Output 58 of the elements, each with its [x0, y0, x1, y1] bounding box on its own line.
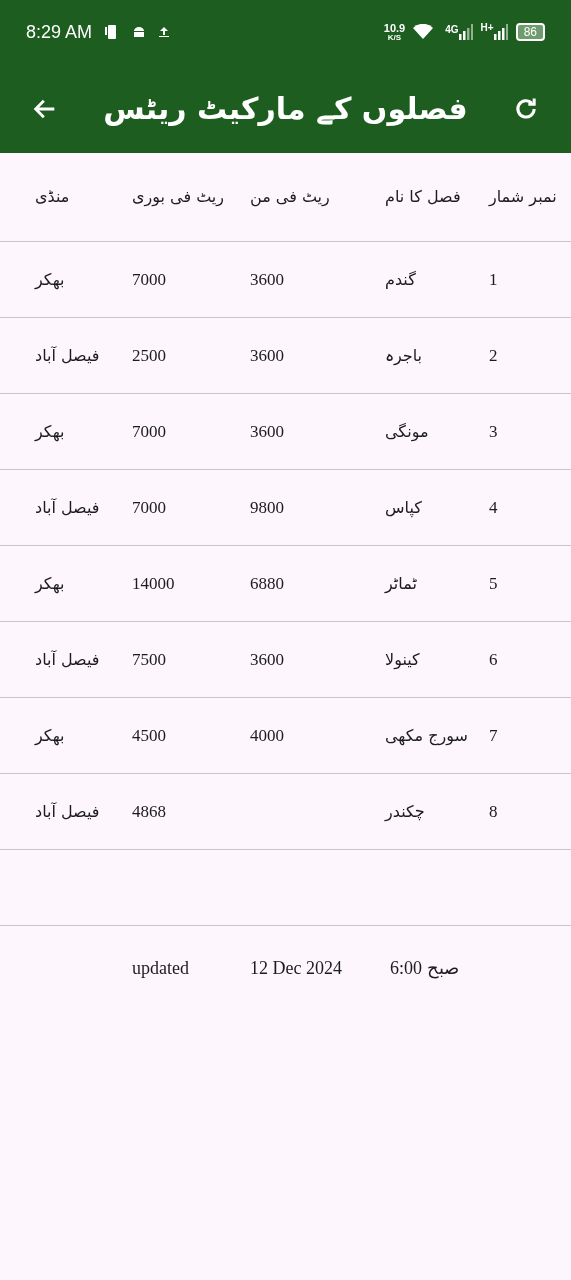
table-cell-text: 7000: [132, 268, 166, 291]
table-cell-text: 1: [489, 268, 498, 291]
signal-icon: [458, 24, 473, 40]
table-cell-text: فیصل آباد: [35, 496, 100, 519]
page-title: فصلوں کے مارکیٹ ریٹس: [103, 90, 468, 128]
table-cell-text: 7000: [132, 496, 166, 519]
table-cell-text: 4: [489, 496, 498, 519]
table-cell-text: بھکر: [35, 572, 65, 596]
wifi-icon: [413, 24, 434, 40]
network-type: 4G: [445, 23, 459, 37]
update-time: 6:00 صبح: [390, 956, 459, 981]
signal-icon: [493, 24, 508, 40]
column-header: ریٹ فی من: [250, 186, 330, 209]
table-cell-text: 3600: [250, 648, 284, 671]
table-cell-text: بھکر: [35, 420, 65, 444]
table-cell-text: 14000: [132, 572, 175, 595]
table-cell-text: 4500: [132, 724, 166, 747]
column-header: ریٹ فی بوری: [132, 186, 224, 209]
update-date: 12 Dec 2024: [250, 956, 342, 980]
table-cell-text: گندم: [385, 268, 416, 291]
table-cell-text: 7500: [132, 648, 166, 671]
table-cell-text: چکندر: [385, 800, 425, 823]
table-cell-text: ٹماٹر: [385, 572, 417, 595]
column-header: فصل کا نام: [385, 186, 461, 208]
table-cell-text: 7: [489, 724, 498, 747]
table-cell-text: 2: [489, 344, 498, 367]
table-cell-text: 6: [489, 648, 498, 671]
table-cell-text: 6880: [250, 572, 284, 595]
table-cell-text: 7000: [132, 420, 166, 443]
table-cell-text: سورج مکھی: [385, 724, 468, 748]
table-cell-text: 8: [489, 800, 498, 823]
table-cell-text: فیصل آباد: [35, 344, 100, 367]
speed-unit: K/S: [387, 33, 402, 42]
table-cell-text: کینولا: [385, 648, 420, 672]
upload-icon: [158, 26, 171, 38]
table-cell-text: 3600: [250, 344, 284, 367]
table-cell-text: 4868: [132, 800, 166, 823]
table-cell-text: 3600: [250, 268, 284, 291]
network-type: H+: [480, 21, 494, 35]
battery-indicator: 86: [515, 23, 545, 41]
status-time: 8:29 AM: [26, 20, 93, 44]
table-cell-text: مونگی: [385, 420, 429, 444]
table-cell-text: 2500: [132, 344, 166, 367]
column-header: منڈی: [35, 186, 70, 208]
updated-label: updated: [132, 956, 189, 980]
table-cell-text: فیصل آباد: [35, 800, 100, 823]
table-cell-text: 4000: [250, 724, 284, 747]
table-cell-text: 3: [489, 420, 498, 443]
table-cell-text: فیصل آباد: [35, 648, 100, 671]
table-cell-text: باجرہ: [385, 344, 423, 367]
table-cell-text: بھکر: [35, 268, 65, 292]
column-header: نمبر شمار: [489, 186, 557, 209]
table-cell-text: 3600: [250, 420, 284, 443]
table-cell-text: 9800: [250, 496, 284, 519]
network-speed: 10.9: [383, 22, 406, 34]
table-cell-text: بھکر: [35, 724, 65, 748]
table-cell-text: کپاس: [385, 496, 422, 520]
table-cell-text: 5: [489, 572, 498, 595]
